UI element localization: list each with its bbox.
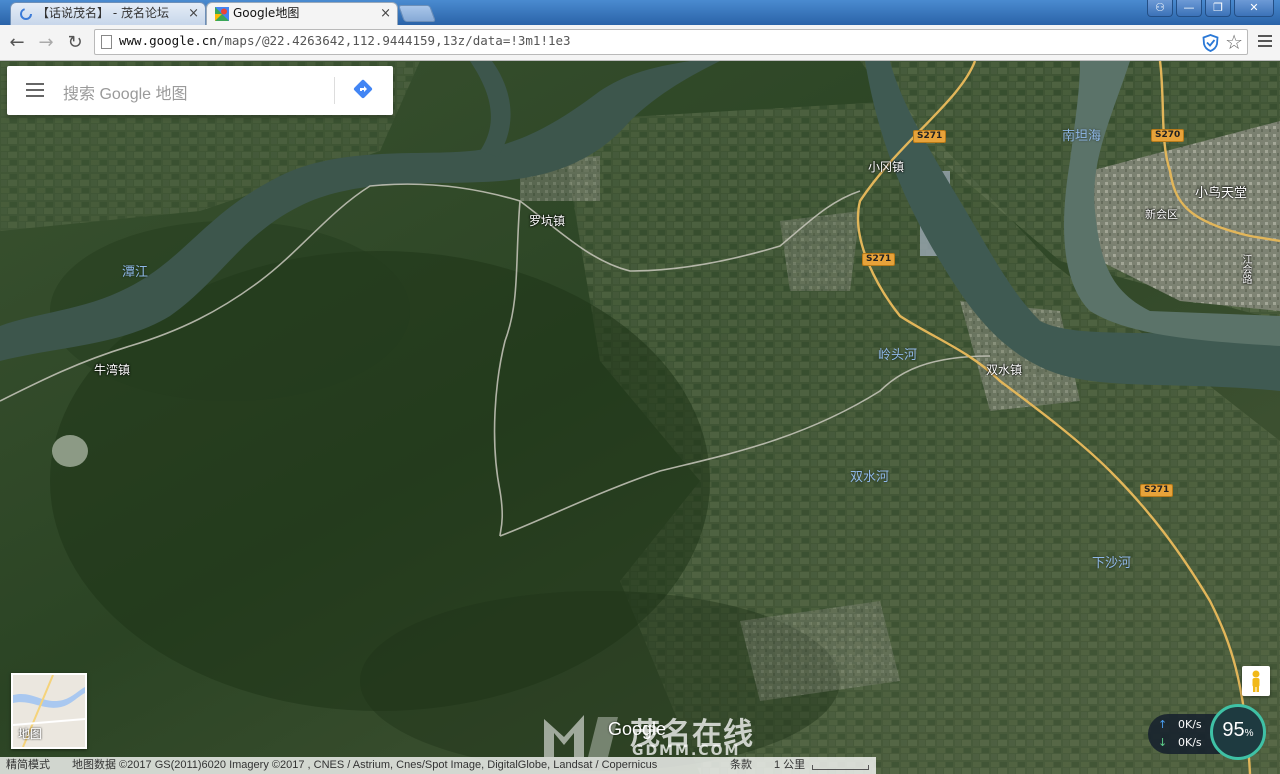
road-shield: S271 <box>1140 484 1174 497</box>
back-button[interactable]: ← <box>6 32 28 54</box>
menu-icon[interactable] <box>1258 35 1272 50</box>
map-label-xiashahe[interactable]: 下沙河 <box>1092 552 1131 571</box>
map-label-lingtouhe[interactable]: 岭头河 <box>878 344 917 363</box>
road-shield: S271 <box>862 253 896 266</box>
bookmark-star-icon[interactable]: ☆ <box>1225 31 1243 53</box>
directions-icon[interactable] <box>352 78 374 100</box>
new-tab-button[interactable] <box>397 5 437 22</box>
browser-toolbar: ← → ↻ www.google.cn/maps/@22.4263642,112… <box>0 25 1280 61</box>
tab-google-maps[interactable]: Google地图 × <box>206 2 398 25</box>
map-label-xiaoniao[interactable]: 小鸟天堂 <box>1195 182 1247 201</box>
loading-icon <box>20 8 32 20</box>
divider <box>334 77 335 104</box>
scale-label[interactable]: 1 公里 <box>774 757 805 774</box>
map-data-credits: 地图数据 ©2017 GS(2011)6020 Imagery ©2017 , … <box>72 759 658 771</box>
tab-title: Google地图 <box>233 6 300 20</box>
close-window-button[interactable]: ✕ <box>1234 0 1274 17</box>
road-shield: S270 <box>1151 129 1185 142</box>
reload-button[interactable]: ↻ <box>64 32 86 54</box>
tab-title: 【话说茂名】 - 茂名论坛 <box>37 6 169 20</box>
map-label-jianghui-road[interactable]: 江会路 <box>1238 254 1253 284</box>
map-label-niuwan[interactable]: 牛湾镇 <box>94 361 130 378</box>
map-label-luokeng[interactable]: 罗坑镇 <box>529 212 565 229</box>
pegman-icon <box>1252 670 1260 692</box>
window-controls: ⚇ — ❐ ✕ <box>1144 0 1274 18</box>
forward-button[interactable]: → <box>35 32 57 54</box>
scale-bar <box>812 765 869 770</box>
page-icon <box>101 35 112 49</box>
terms-link[interactable]: 条款 <box>730 757 752 774</box>
tab-strip: 【话说茂名】 - 茂名论坛 × Google地图 × ⚇ — ❐ ✕ <box>0 0 1280 25</box>
url-path: /maps/@22.4263642,112.9444159,13z/data=!… <box>216 33 571 48</box>
user-icon[interactable]: ⚇ <box>1147 0 1173 17</box>
close-tab-icon[interactable]: × <box>188 3 199 24</box>
satellite-imagery <box>0 61 1280 774</box>
url-text[interactable]: www.google.cn/maps/@22.4263642,112.94441… <box>119 33 571 48</box>
tab-forum[interactable]: 【话说茂名】 - 茂名论坛 × <box>10 2 206 25</box>
upload-arrow-icon: ↑ <box>1158 718 1168 731</box>
network-monitor-widget[interactable]: ↑ 0K/s ↓ 0K/s 95% <box>1148 704 1276 760</box>
street-view-pegman[interactable] <box>1242 666 1270 696</box>
search-input[interactable]: 搜索 Google 地图 <box>63 80 188 104</box>
upload-rate: 0K/s <box>1178 718 1202 731</box>
attribution-bar: 精简模式 地图数据 ©2017 GS(2011)6020 Imagery ©20… <box>0 757 876 774</box>
road-shield: S271 <box>913 130 947 143</box>
security-shield-icon[interactable] <box>1202 34 1219 52</box>
download-arrow-icon: ↓ <box>1158 736 1168 749</box>
lite-mode-link[interactable]: 精简模式 <box>6 757 50 774</box>
satellite-map[interactable]: 搜索 Google 地图 潭江 牛湾镇 罗坑镇 小冈镇 南坦海 小鸟天堂 新会区… <box>0 61 1280 774</box>
minimize-button[interactable]: — <box>1176 0 1202 17</box>
map-type-label: 地图 <box>18 727 43 741</box>
address-bar[interactable]: www.google.cn/maps/@22.4263642,112.94441… <box>94 29 1248 55</box>
download-rate: 0K/s <box>1178 736 1202 749</box>
map-label-nantanhai[interactable]: 南坦海 <box>1062 125 1101 144</box>
memory-gauge[interactable]: 95% <box>1210 704 1266 760</box>
gauge-value: 95 <box>1222 719 1245 741</box>
map-label-shuangshui[interactable]: 双水镇 <box>986 361 1022 378</box>
gauge-unit: % <box>1244 728 1254 739</box>
restore-button[interactable]: ❐ <box>1205 0 1231 17</box>
map-search-box: 搜索 Google 地图 <box>7 66 393 115</box>
map-type-toggle[interactable]: 地图 <box>11 673 87 749</box>
close-tab-icon[interactable]: × <box>380 3 391 24</box>
map-label-xiaogang[interactable]: 小冈镇 <box>868 158 904 175</box>
map-label-xinhuiqu[interactable]: 新会区 <box>1145 206 1178 222</box>
map-label-tanjiang[interactable]: 潭江 <box>122 261 148 280</box>
google-maps-icon <box>215 7 229 21</box>
hamburger-menu-icon[interactable] <box>26 83 44 101</box>
map-label-shuangshuihe[interactable]: 双水河 <box>850 466 889 485</box>
url-host: www.google.cn <box>119 33 217 48</box>
